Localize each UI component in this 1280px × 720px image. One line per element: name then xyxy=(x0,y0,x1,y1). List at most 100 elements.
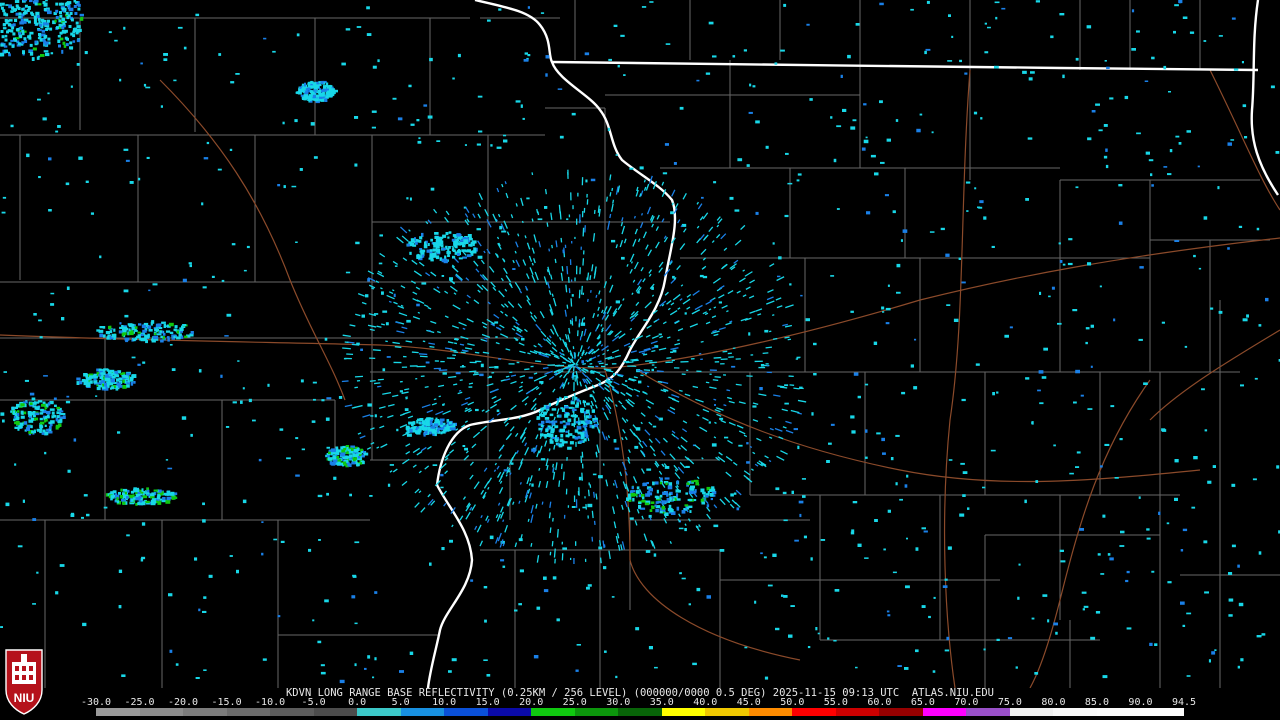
echo-pixel xyxy=(21,32,25,36)
echo-pixel xyxy=(587,584,592,587)
echo-pixel xyxy=(263,37,267,40)
echo-pixel xyxy=(73,5,77,8)
echo-pixel xyxy=(48,209,52,212)
echo-pixel xyxy=(432,254,437,258)
echo-pixel xyxy=(374,414,377,418)
echo-pixel xyxy=(339,679,345,684)
echo-pixel xyxy=(441,248,446,251)
echo-pixel xyxy=(575,541,577,546)
echo-pixel xyxy=(22,50,25,55)
echo-pixel xyxy=(401,366,408,368)
echo-pixel xyxy=(543,433,548,437)
echo-pixel xyxy=(880,161,885,164)
echo-pixel xyxy=(175,663,179,666)
echo-pixel xyxy=(874,172,879,176)
echo-pixel xyxy=(1146,537,1151,540)
echo-pixel xyxy=(564,406,569,409)
echo-pixel xyxy=(668,504,672,508)
echo-pixel xyxy=(1059,260,1063,263)
echo-pixel xyxy=(125,327,129,331)
colorbar xyxy=(96,708,1184,716)
echo-pixel xyxy=(861,147,866,151)
echo-pixel xyxy=(580,409,584,414)
echo-pixel xyxy=(60,413,66,416)
echo-pixel xyxy=(448,231,452,234)
echo-pixel xyxy=(108,371,112,375)
echo-pixel xyxy=(571,423,574,426)
echo-pixel xyxy=(545,55,550,59)
echo-pixel xyxy=(429,562,432,566)
echo-pixel xyxy=(27,20,31,24)
echo-pixel xyxy=(1125,579,1129,583)
echo-pixel xyxy=(1126,627,1132,630)
echo-pixel xyxy=(122,379,125,383)
echo-pixel xyxy=(458,257,463,260)
echo-pixel xyxy=(881,437,885,442)
echo-pixel xyxy=(318,539,321,541)
echo-pixel xyxy=(576,426,582,430)
echo-pixel xyxy=(93,375,98,379)
echo-pixel xyxy=(561,440,565,444)
echo-pixel xyxy=(165,330,171,333)
echo-pixel xyxy=(34,417,39,421)
echo-pixel xyxy=(14,463,17,466)
echo-pixel xyxy=(587,515,589,519)
echo-pixel xyxy=(784,214,789,218)
echo-pixel xyxy=(1186,130,1191,133)
echo-pixel xyxy=(45,52,50,57)
echo-pixel xyxy=(895,434,900,437)
echo-pixel xyxy=(780,49,785,52)
echo-pixel xyxy=(423,244,428,249)
echo-pixel xyxy=(1118,184,1123,187)
echo-pixel xyxy=(806,23,810,26)
echo-pixel xyxy=(1106,66,1110,69)
echo-pixel xyxy=(365,294,369,298)
echo-pixel xyxy=(116,497,119,501)
echo-pixel xyxy=(1207,480,1212,484)
echo-pixel xyxy=(581,360,584,364)
echo-pixel xyxy=(354,541,360,544)
echo-pixel xyxy=(512,268,516,270)
echo-pixel xyxy=(873,341,878,345)
echo-pixel xyxy=(478,130,483,133)
echo-pixel xyxy=(983,648,986,651)
echo-pixel xyxy=(801,478,806,480)
echo-pixel xyxy=(42,22,46,26)
echo-pixel xyxy=(830,275,835,277)
echo-pixel xyxy=(332,455,336,459)
echo-pixel xyxy=(198,608,201,612)
echo-pixel xyxy=(686,369,689,372)
echo-pixel xyxy=(554,426,558,429)
echo-pixel xyxy=(541,420,545,424)
colorbar-segment xyxy=(1053,708,1097,716)
echo-pixel xyxy=(123,148,129,151)
echo-pixel xyxy=(518,603,522,606)
echo-pixel xyxy=(580,322,586,326)
echo-pixel xyxy=(20,403,25,407)
echo-pixel xyxy=(62,22,66,26)
echo-pixel xyxy=(573,495,576,503)
echo-pixel xyxy=(676,493,679,497)
echo-pixel xyxy=(1087,137,1092,141)
echo-pixel xyxy=(676,480,679,485)
echo-pixel xyxy=(65,2,69,6)
colorbar-label: -25.0 xyxy=(124,697,155,708)
colorbar-label: 15.0 xyxy=(475,697,500,708)
echo-pixel xyxy=(573,406,575,416)
echo-pixel xyxy=(138,177,141,181)
echo-pixel xyxy=(1095,103,1100,106)
echo-pixel xyxy=(1097,553,1101,556)
echo-pixel xyxy=(763,556,767,559)
colorbar-label: 35.0 xyxy=(649,697,674,708)
echo-pixel xyxy=(690,358,695,360)
echo-pixel xyxy=(59,416,64,419)
echo-pixel xyxy=(372,676,375,679)
echo-pixel xyxy=(133,381,136,384)
echo-pixel xyxy=(77,7,81,11)
echo-pixel xyxy=(1104,60,1107,62)
colorbar-segment xyxy=(879,708,923,716)
echo-pixel xyxy=(409,365,418,367)
echo-pixel xyxy=(613,24,618,27)
echo-pixel xyxy=(432,242,437,245)
echo-pixel xyxy=(419,422,422,425)
